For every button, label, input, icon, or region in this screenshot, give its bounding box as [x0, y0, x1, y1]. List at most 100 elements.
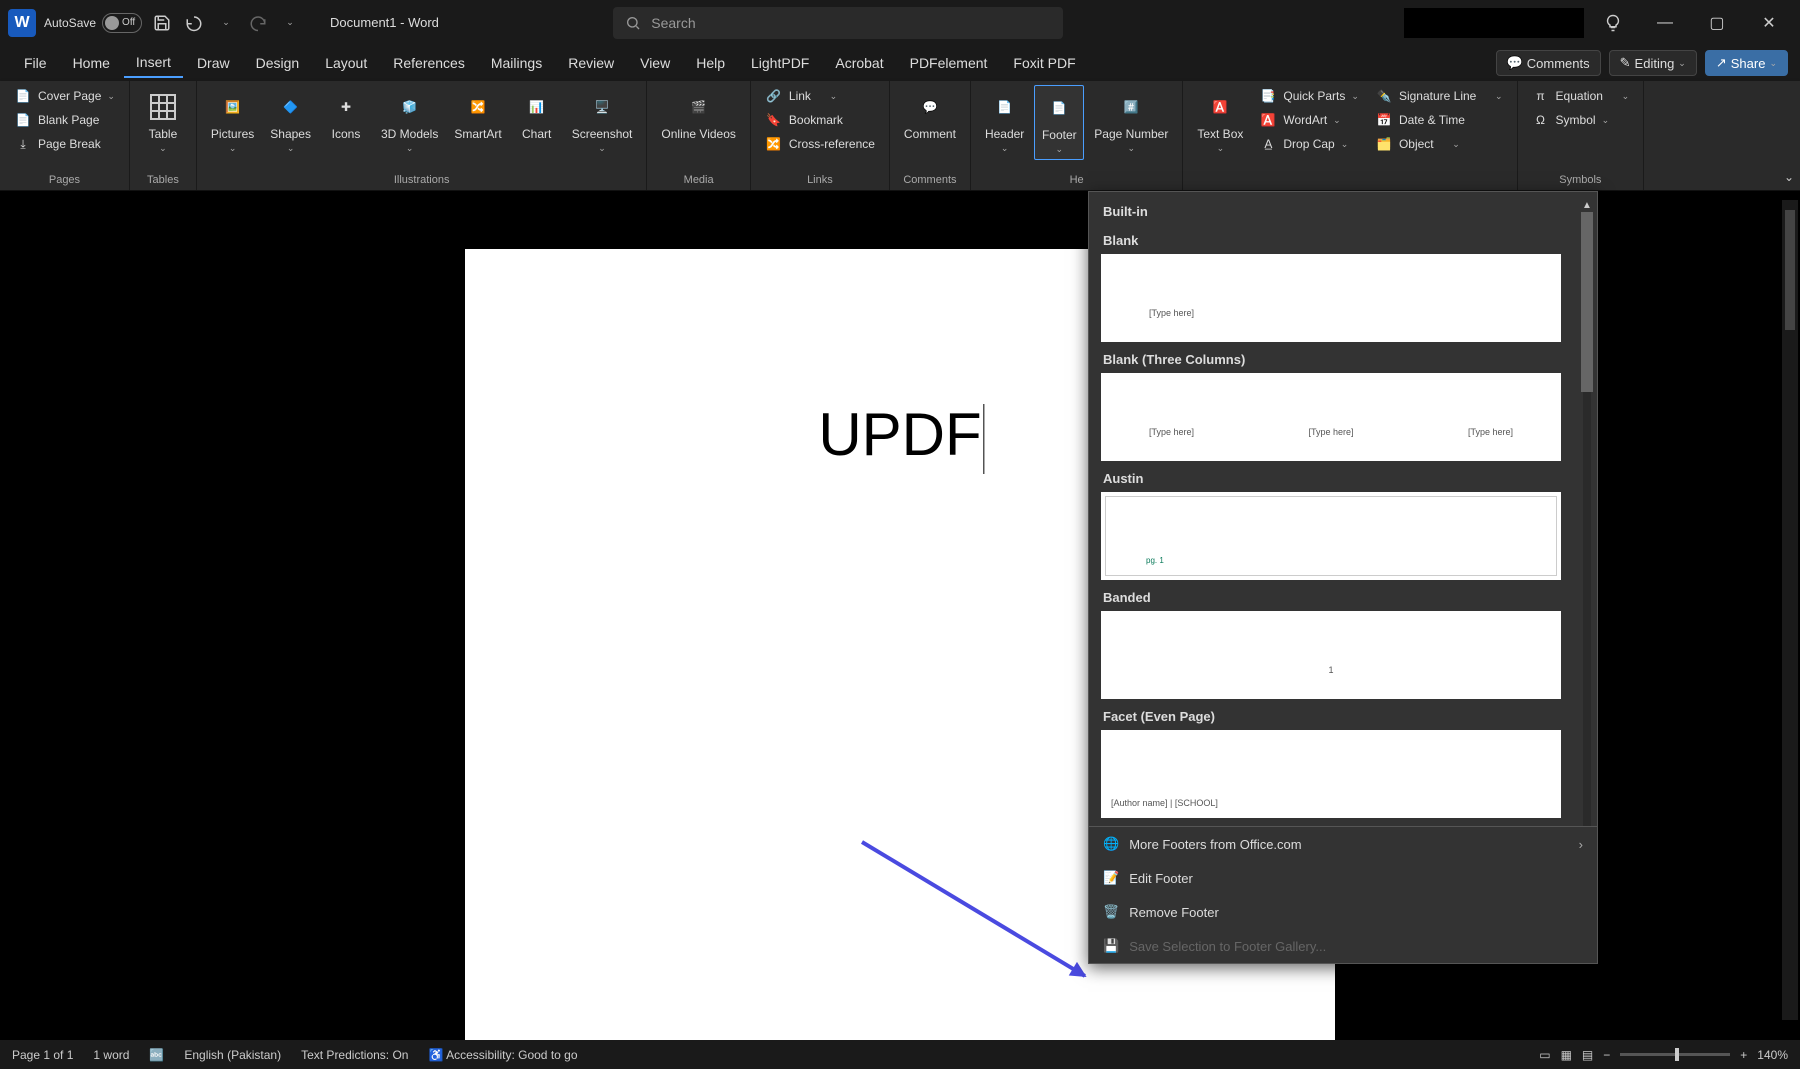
undo-icon[interactable]: [182, 11, 206, 35]
tab-references[interactable]: References: [381, 49, 477, 77]
view-print-icon[interactable]: ▦: [1561, 1048, 1572, 1062]
link-button[interactable]: 🔗Link ⌄: [759, 85, 881, 107]
tab-draw[interactable]: Draw: [185, 49, 242, 77]
smartart-button[interactable]: 🔀SmartArt: [448, 85, 507, 145]
textbox-button[interactable]: 🅰️Text Box⌄: [1191, 85, 1249, 158]
gallery-item-blank[interactable]: [Type here]: [1101, 254, 1561, 342]
remove-footer-action[interactable]: 🗑️Remove Footer: [1089, 895, 1597, 929]
icons-button[interactable]: ✚Icons: [321, 85, 371, 145]
zoom-slider[interactable]: [1620, 1053, 1730, 1056]
maximize-button[interactable]: ▢: [1694, 3, 1740, 43]
3dmodels-button[interactable]: 🧊3D Models⌄: [375, 85, 444, 158]
redo-icon[interactable]: [246, 11, 270, 35]
ribbon-tabs: File Home Insert Draw Design Layout Refe…: [0, 45, 1800, 81]
tab-file[interactable]: File: [12, 49, 59, 77]
wordart-button[interactable]: 🅰️WordArt ⌄: [1253, 109, 1365, 131]
pictures-button[interactable]: 🖼️Pictures⌄: [205, 85, 260, 158]
zoom-in-button[interactable]: +: [1740, 1048, 1747, 1062]
gallery-scrollbar[interactable]: ▲ ▼: [1581, 200, 1593, 826]
close-button[interactable]: ✕: [1746, 3, 1792, 43]
wordart-icon: 🅰️: [1259, 111, 1277, 129]
tab-mailings[interactable]: Mailings: [479, 49, 554, 77]
status-page[interactable]: Page 1 of 1: [12, 1048, 73, 1062]
footer-button[interactable]: 📄Footer⌄: [1034, 85, 1084, 160]
view-focus-icon[interactable]: ▭: [1539, 1048, 1550, 1062]
quickparts-button[interactable]: 📑Quick Parts ⌄: [1253, 85, 1365, 107]
gallery-item-banded[interactable]: 1: [1101, 611, 1561, 699]
footer-icon: 📄: [1041, 90, 1077, 126]
tab-review[interactable]: Review: [556, 49, 626, 77]
gallery-item-austin[interactable]: pg. 1: [1101, 492, 1561, 580]
group-illustrations: Illustrations: [205, 172, 638, 188]
minimize-button[interactable]: —: [1642, 3, 1688, 43]
search-input[interactable]: Search: [613, 7, 1063, 39]
more-footers-action[interactable]: 🌐More Footers from Office.com›: [1089, 827, 1597, 861]
crossref-button[interactable]: 🔀Cross-reference: [759, 133, 881, 155]
tab-pdfelement[interactable]: PDFelement: [898, 49, 1000, 77]
shapes-button[interactable]: 🔷Shapes⌄: [264, 85, 317, 158]
status-accessibility[interactable]: ♿ Accessibility: Good to go: [428, 1048, 577, 1062]
autosave-toggle[interactable]: AutoSave Off: [44, 13, 142, 33]
tab-foxitpdf[interactable]: Foxit PDF: [1001, 49, 1087, 77]
status-spellcheck-icon[interactable]: 🔤: [149, 1048, 164, 1062]
group-tables: Tables: [138, 172, 188, 188]
user-account[interactable]: [1404, 8, 1584, 38]
tab-home[interactable]: Home: [61, 49, 122, 77]
shapes-icon: 🔷: [273, 89, 309, 125]
symbol-button[interactable]: ΩSymbol ⌄: [1526, 109, 1636, 131]
document-title: Document1 - Word: [330, 15, 439, 30]
autosave-label: AutoSave: [44, 16, 96, 30]
page-number-button[interactable]: #️⃣Page Number⌄: [1088, 85, 1174, 158]
scroll-up-icon[interactable]: ▲: [1581, 200, 1593, 212]
video-icon: 🎬: [681, 89, 717, 125]
signature-line-button[interactable]: ✒️Signature Line ⌄: [1369, 85, 1509, 107]
status-language[interactable]: English (Pakistan): [184, 1048, 281, 1062]
ribbon-collapse-icon[interactable]: ⌄: [1784, 170, 1794, 184]
status-word-count[interactable]: 1 word: [93, 1048, 129, 1062]
editing-button[interactable]: ✎ Editing ⌄: [1609, 50, 1697, 76]
group-comments: Comments: [898, 172, 962, 188]
blank-page-button[interactable]: 📄Blank Page: [8, 109, 121, 131]
page-content-text: UPDF: [818, 399, 981, 472]
table-button[interactable]: Table⌄: [138, 85, 188, 158]
lightbulb-icon[interactable]: [1590, 3, 1636, 43]
tab-view[interactable]: View: [628, 49, 682, 77]
edit-footer-action[interactable]: 📝Edit Footer: [1089, 861, 1597, 895]
tab-insert[interactable]: Insert: [124, 48, 183, 78]
online-videos-button[interactable]: 🎬Online Videos: [655, 85, 742, 145]
chart-button[interactable]: 📊Chart: [512, 85, 562, 145]
header-button[interactable]: 📄Header⌄: [979, 85, 1030, 158]
tab-lightpdf[interactable]: LightPDF: [739, 49, 821, 77]
share-button[interactable]: ↗ Share ⌄: [1705, 50, 1788, 76]
undo-dropdown-icon[interactable]: ⌄: [214, 11, 238, 35]
globe-icon: 🌐: [1103, 836, 1119, 852]
tab-acrobat[interactable]: Acrobat: [823, 49, 895, 77]
zoom-level[interactable]: 140%: [1757, 1048, 1788, 1062]
gallery-item-blank3[interactable]: [Type here][Type here][Type here]: [1101, 373, 1561, 461]
cover-page-button[interactable]: 📄Cover Page ⌄: [8, 85, 121, 107]
tab-design[interactable]: Design: [244, 49, 312, 77]
dropcap-button[interactable]: A̲Drop Cap ⌄: [1253, 133, 1365, 155]
gallery-item-austin-label: Austin: [1101, 461, 1579, 492]
datetime-button[interactable]: 📅Date & Time: [1369, 109, 1509, 131]
bookmark-button[interactable]: 🔖Bookmark: [759, 109, 881, 131]
screenshot-button[interactable]: 🖥️Screenshot⌄: [566, 85, 639, 158]
tab-layout[interactable]: Layout: [313, 49, 379, 77]
comments-button[interactable]: 💬 Comments: [1496, 50, 1601, 76]
tab-help[interactable]: Help: [684, 49, 737, 77]
chart-icon: 📊: [519, 89, 555, 125]
save-icon[interactable]: [150, 11, 174, 35]
gallery-item-facet[interactable]: [Author name] | [SCHOOL]: [1101, 730, 1561, 818]
status-text-predictions[interactable]: Text Predictions: On: [301, 1048, 408, 1062]
gallery-item-facet-label: Facet (Even Page): [1101, 699, 1579, 730]
comment-button[interactable]: 💬Comment: [898, 85, 962, 145]
equation-button[interactable]: πEquation ⌄: [1526, 85, 1636, 107]
zoom-out-button[interactable]: −: [1603, 1048, 1610, 1062]
autosave-state: Off: [122, 17, 135, 28]
page-break-button[interactable]: ⤓Page Break: [8, 133, 121, 155]
signature-icon: ✒️: [1375, 87, 1393, 105]
view-web-icon[interactable]: ▤: [1582, 1048, 1593, 1062]
object-button[interactable]: 🗂️Object ⌄: [1369, 133, 1509, 155]
vertical-scrollbar[interactable]: [1782, 200, 1798, 1020]
qat-more-icon[interactable]: ⌄: [278, 11, 302, 35]
